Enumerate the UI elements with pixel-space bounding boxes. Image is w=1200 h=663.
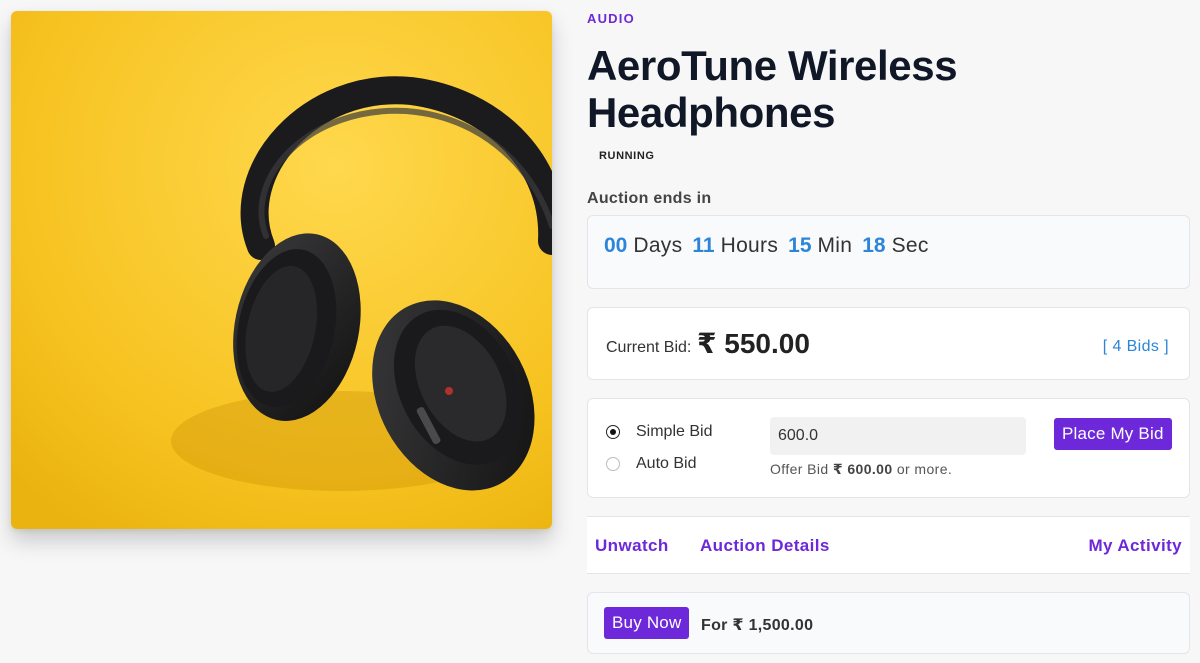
auto-bid-option[interactable]: Auto Bid xyxy=(606,455,696,473)
simple-bid-option[interactable]: Simple Bid xyxy=(606,423,712,441)
countdown-min-unit: Min xyxy=(817,234,853,257)
offer-hint-suffix: or more. xyxy=(896,461,953,477)
countdown-min-value: 15 xyxy=(788,234,812,257)
current-bid-value: ₹ 550.00 xyxy=(697,328,810,359)
current-bid-label: Current Bid: xyxy=(606,339,692,356)
buy-now-panel: Buy Now For ₹ 1,500.00 xyxy=(587,592,1190,654)
my-activity-link[interactable]: My Activity xyxy=(1088,536,1182,556)
offer-bid-hint: Offer Bid ₹ 600.00 or more. xyxy=(770,461,952,478)
product-image xyxy=(11,11,552,529)
offer-hint-prefix: Offer Bid xyxy=(770,461,829,477)
bid-amount-input[interactable] xyxy=(770,417,1026,455)
auction-details-link[interactable]: Auction Details xyxy=(700,536,830,556)
bids-count-link[interactable]: [ 4 Bids ] xyxy=(1103,338,1169,356)
auto-bid-label: Auto Bid xyxy=(636,455,697,472)
current-bid-panel: Current Bid: ₹ 550.00 [ 4 Bids ] xyxy=(587,307,1190,380)
product-category[interactable]: AUDIO xyxy=(587,11,635,26)
countdown-hours-unit: Hours xyxy=(720,234,779,257)
place-bid-button[interactable]: Place My Bid xyxy=(1054,418,1172,450)
buy-now-button[interactable]: Buy Now xyxy=(604,607,690,639)
countdown-days-unit: Days xyxy=(633,234,683,257)
status-badge: RUNNING xyxy=(599,150,655,162)
simple-bid-label: Simple Bid xyxy=(636,423,713,440)
auction-links-bar: Unwatch Auction Details My Activity xyxy=(587,516,1190,574)
simple-bid-radio[interactable] xyxy=(606,425,620,439)
countdown-panel: 00 Days 11 Hours 15 Min 18 Sec xyxy=(587,215,1190,289)
auto-bid-radio[interactable] xyxy=(606,457,620,471)
countdown-hours-value: 11 xyxy=(692,234,715,257)
buy-now-price: For ₹ 1,500.00 xyxy=(701,617,814,634)
countdown-sec-unit: Sec xyxy=(891,234,929,257)
offer-hint-amount: ₹ 600.00 xyxy=(832,461,893,477)
countdown-timer: 00 Days 11 Hours 15 Min 18 Sec xyxy=(604,234,939,258)
countdown-sec-value: 18 xyxy=(862,234,886,257)
unwatch-link[interactable]: Unwatch xyxy=(595,536,669,556)
headphones-image xyxy=(11,11,552,529)
place-bid-panel: Simple Bid Auto Bid Offer Bid ₹ 600.00 o… xyxy=(587,398,1190,498)
auction-ends-label: Auction ends in xyxy=(587,190,712,207)
countdown-days-value: 00 xyxy=(604,234,628,257)
product-title: AeroTune Wireless Headphones xyxy=(587,42,958,136)
